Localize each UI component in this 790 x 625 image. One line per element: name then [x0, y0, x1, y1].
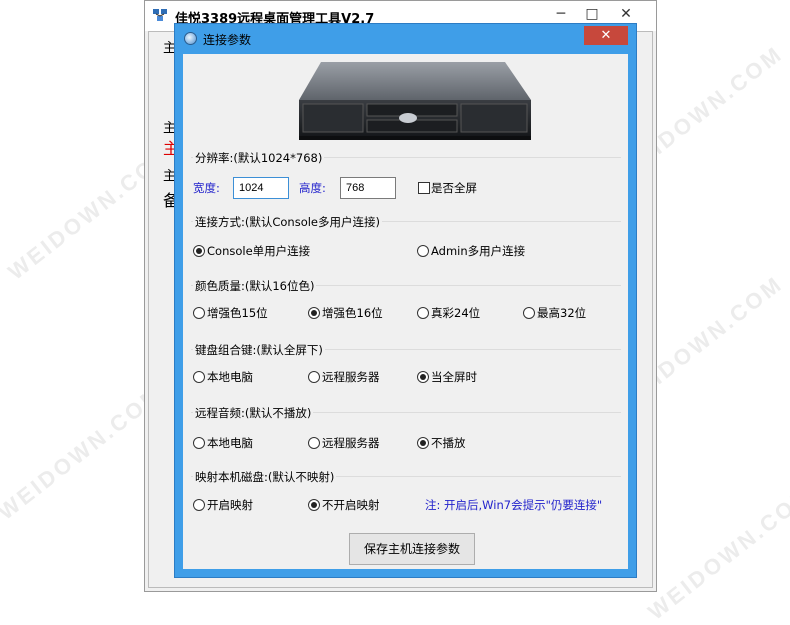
radio-kb-fullscreen[interactable] [417, 371, 429, 383]
radio-color-24-label: 真彩24位 [431, 306, 481, 320]
radio-console-label: Console单用户连接 [207, 244, 311, 258]
dialog-title: 连接参数 [203, 33, 252, 47]
radio-kb-remote-label: 远程服务器 [322, 370, 380, 384]
radio-kb-fullscreen-label: 当全屏时 [431, 370, 477, 384]
save-connection-params-button[interactable]: 保存主机连接参数 [349, 533, 475, 565]
radio-drive-off-label: 不开启映射 [322, 498, 380, 512]
radio-audio-remote[interactable] [308, 437, 320, 449]
fullscreen-label: 是否全屏 [431, 181, 477, 195]
radio-color-32-label: 最高32位 [537, 306, 587, 320]
network-computers-icon [153, 9, 167, 21]
radio-console[interactable] [193, 245, 205, 257]
radio-kb-local[interactable] [193, 371, 205, 383]
radio-color-24[interactable] [417, 307, 429, 319]
height-label: 高度: [299, 181, 326, 195]
watermark: WEIDOWN.COM [643, 480, 790, 625]
fullscreen-checkbox[interactable] [418, 182, 430, 194]
radio-audio-none[interactable] [417, 437, 429, 449]
dialog-app-icon [184, 32, 197, 45]
radio-audio-local[interactable] [193, 437, 205, 449]
width-input[interactable] [233, 177, 289, 199]
radio-color-15[interactable] [193, 307, 205, 319]
radio-color-16[interactable] [308, 307, 320, 319]
resolution-group: 分辨率:(默认1024*768) 宽度: 高度: 是否全屏 [191, 150, 621, 218]
radio-kb-remote[interactable] [308, 371, 320, 383]
height-input[interactable] [340, 177, 396, 199]
maximize-button[interactable]: □ [578, 5, 606, 23]
dialog-client: 分辨率:(默认1024*768) 宽度: 高度: 是否全屏 连接方式:(默认Co… [183, 54, 628, 569]
keyboard-group: 键盘组合键:(默认全屏下) 本地电脑 远程服务器 当全屏时 [191, 342, 621, 402]
radio-kb-local-label: 本地电脑 [207, 370, 253, 384]
radio-drive-on-label: 开启映射 [207, 498, 253, 512]
dialog-close-button[interactable]: ✕ [584, 26, 628, 45]
audio-group-title: 远程音频:(默认不播放) [193, 405, 314, 421]
radio-audio-local-label: 本地电脑 [207, 436, 253, 450]
connection-params-dialog: 连接参数 ✕ 分辨率:(默认1024*768) 宽度: 1024 高度: 768… [174, 23, 637, 578]
radio-drive-off[interactable] [308, 499, 320, 511]
dialog-titlebar: 连接参数 ✕ [175, 24, 636, 53]
drive-group-title: 映射本机磁盘:(默认不映射) [193, 469, 337, 485]
color-group-title: 颜色质量:(默认16位色) [193, 278, 317, 294]
drive-mapping-group: 映射本机磁盘:(默认不映射) 开启映射 不开启映射 注: 开启后,Win7会提示… [191, 469, 621, 527]
close-button[interactable]: ✕ [612, 5, 640, 23]
connection-group-title: 连接方式:(默认Console多用户连接) [193, 214, 382, 230]
width-label: 宽度: [193, 181, 220, 195]
keyboard-group-title: 键盘组合键:(默认全屏下) [193, 342, 325, 358]
radio-drive-on[interactable] [193, 499, 205, 511]
radio-audio-remote-label: 远程服务器 [322, 436, 380, 450]
radio-admin[interactable] [417, 245, 429, 257]
resolution-group-title: 分辨率:(默认1024*768) [193, 150, 325, 166]
radio-color-15-label: 增强色15位 [207, 306, 268, 320]
connection-group: 连接方式:(默认Console多用户连接) Console单用户连接 Admin… [191, 214, 621, 272]
radio-audio-none-label: 不播放 [431, 436, 466, 450]
radio-color-32[interactable] [523, 307, 535, 319]
drive-note: 注: 开启后,Win7会提示"仍要连接" [425, 498, 603, 512]
radio-color-16-label: 增强色16位 [322, 306, 383, 320]
color-quality-group: 颜色质量:(默认16位色) 增强色15位 增强色16位 真彩24位 最高32位 [191, 278, 621, 338]
radio-admin-label: Admin多用户连接 [431, 244, 526, 258]
audio-group: 远程音频:(默认不播放) 本地电脑 远程服务器 不播放 [191, 405, 621, 467]
rack-server-image [299, 62, 531, 140]
minimize-button[interactable]: ─ [547, 5, 575, 23]
